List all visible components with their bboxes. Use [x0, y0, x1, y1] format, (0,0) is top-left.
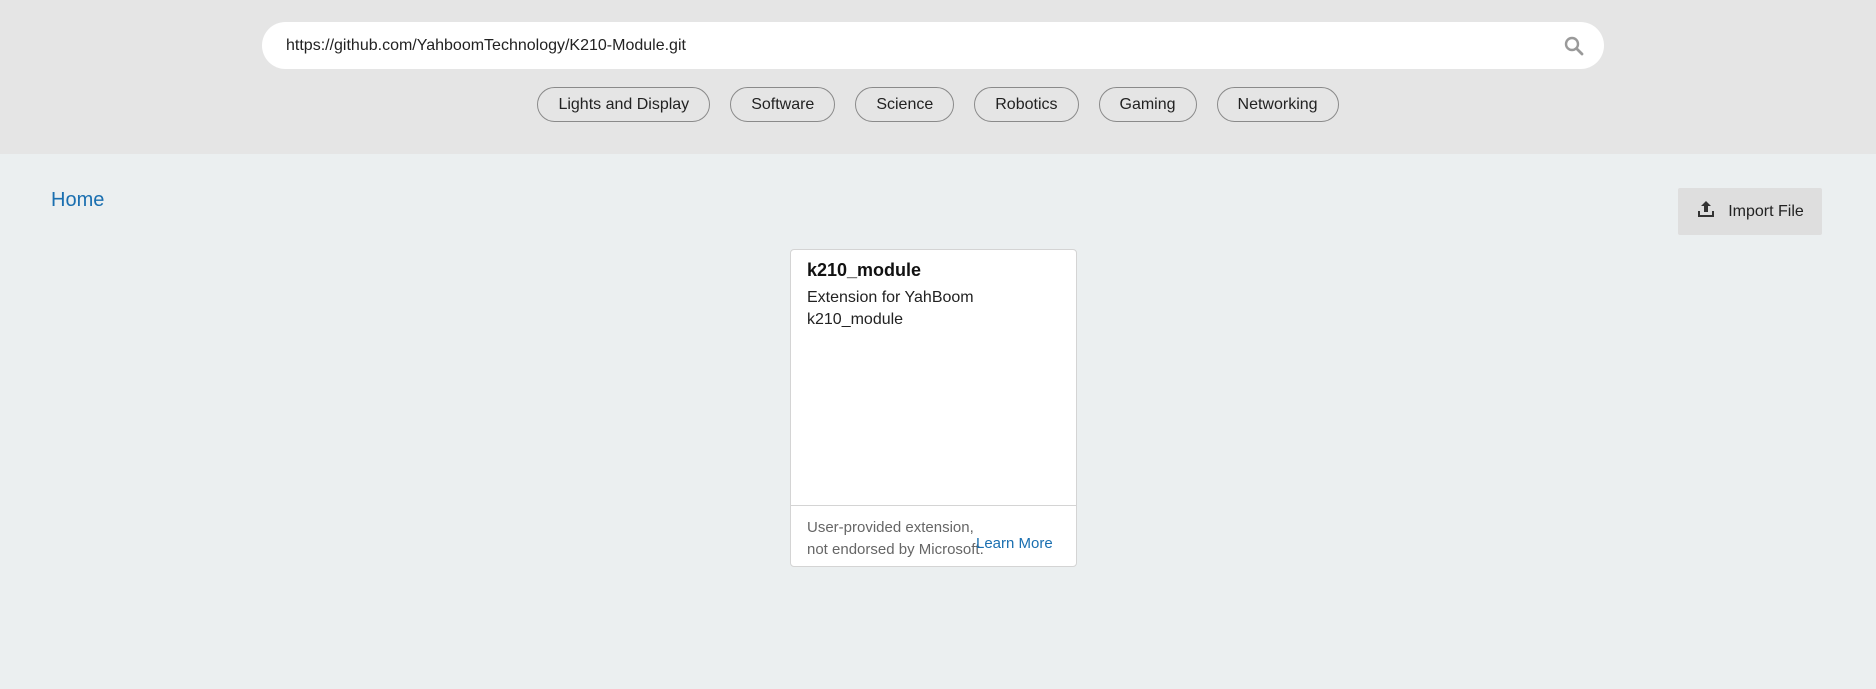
extension-disclaimer: User-provided extension, not endorsed by…	[807, 519, 984, 558]
category-chip-gaming[interactable]: Gaming	[1098, 87, 1197, 122]
category-chip-science[interactable]: Science	[855, 87, 955, 122]
search-bar	[262, 22, 1604, 69]
category-chip-software[interactable]: Software	[730, 87, 836, 122]
upload-icon	[1696, 199, 1716, 224]
import-file-button[interactable]: Import File	[1678, 188, 1822, 235]
breadcrumb-home-link[interactable]: Home	[51, 189, 104, 212]
search-icon[interactable]	[1544, 22, 1604, 69]
extension-card-footer: User-provided extension, not endorsed by…	[791, 505, 1076, 566]
extension-description: Extension for YahBoom k210_module	[807, 289, 974, 328]
category-chip-networking[interactable]: Networking	[1216, 87, 1339, 122]
search-input[interactable]	[262, 22, 1544, 69]
header-area: Lights and Display Software Science Robo…	[0, 0, 1876, 154]
import-file-label: Import File	[1728, 202, 1804, 220]
extension-title: k210_module	[807, 260, 922, 280]
category-chips: Lights and Display Software Science Robo…	[0, 87, 1876, 122]
category-chip-lights-and-display[interactable]: Lights and Display	[537, 87, 711, 122]
category-chip-robotics[interactable]: Robotics	[974, 87, 1079, 122]
extension-card[interactable]: k210_module Extension for YahBoom k210_m…	[790, 249, 1077, 567]
learn-more-link[interactable]: Learn More	[976, 535, 1053, 552]
